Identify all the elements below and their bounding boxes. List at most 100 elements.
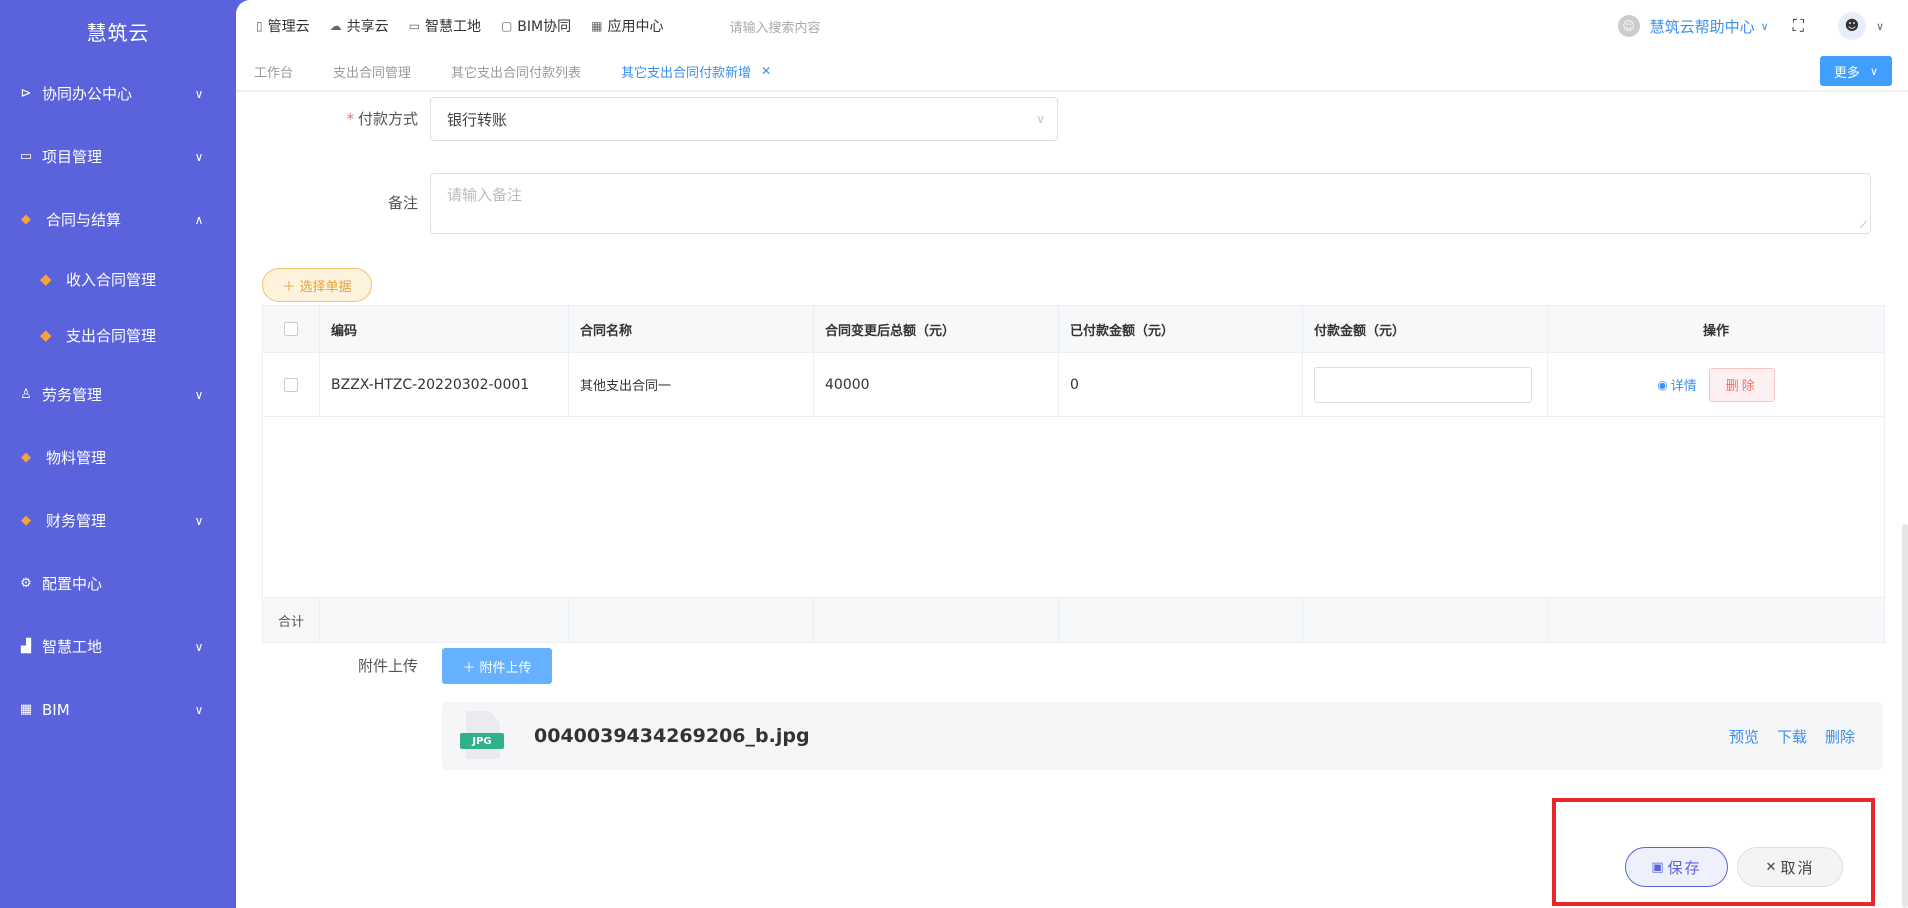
select-document-button[interactable]: ＋ 选择单据 xyxy=(262,268,372,302)
search-input[interactable]: 请输入搜索内容 xyxy=(729,17,820,36)
row-checkbox-cell xyxy=(263,353,320,416)
top-link-3[interactable]: ▢ BIM协同 xyxy=(501,16,571,36)
save-button[interactable]: ▣ 保存 xyxy=(1625,847,1728,887)
fullscreen-icon[interactable]: ⛶ xyxy=(1793,16,1804,36)
jpg-file-icon: JPG xyxy=(460,711,504,761)
tab-workbench[interactable]: 工作台 xyxy=(254,62,293,81)
table-header: 编码 合同名称 合同变更后总额（元） 已付款金额（元） 付款金额（元） 操作 xyxy=(263,306,1884,353)
preview-link[interactable]: 预览 xyxy=(1729,726,1759,747)
grid-icon: ▦ xyxy=(591,19,603,33)
header-checkbox-cell xyxy=(263,306,320,352)
resize-handle-icon[interactable]: ⟋ xyxy=(1860,220,1867,231)
header-actions: 操作 xyxy=(1702,323,1729,339)
gear-icon: ⚙ xyxy=(20,576,32,591)
top-link-label: 应用中心 xyxy=(607,19,664,35)
top-links: ▯ 管理云 ☁ 共享云 ▭ 智慧工地 ▢ BIM协同 ▦ 应用中心 xyxy=(256,16,683,36)
sidebar-item-3[interactable]: ◆ 收入合同管理 xyxy=(0,251,236,307)
send-icon: ⊳ xyxy=(20,86,32,101)
close-icon: ✕ xyxy=(1765,859,1777,875)
top-link-4[interactable]: ▦ 应用中心 xyxy=(591,16,663,36)
sidebar-item-label: 收入合同管理 xyxy=(66,270,157,289)
top-link-1[interactable]: ☁ 共享云 xyxy=(330,16,389,36)
grid-icon: ▦ xyxy=(19,702,33,717)
sidebar-item-1[interactable]: ▭ 项目管理 ∨ xyxy=(0,125,236,188)
close-icon[interactable]: ✕ xyxy=(761,64,771,78)
book-icon: ▭ xyxy=(408,19,420,33)
user-avatar[interactable]: ☻ xyxy=(1837,12,1866,40)
remark-label: 备注 xyxy=(387,194,418,212)
sidebar-item-4[interactable]: ◆ 支出合同管理 xyxy=(0,307,236,363)
top-link-0[interactable]: ▯ 管理云 xyxy=(256,16,310,36)
chevron-down-icon: ∨ xyxy=(194,513,204,528)
upload-attachment-button[interactable]: ＋ 附件上传 xyxy=(442,648,552,684)
sidebar-item-label: 配置中心 xyxy=(42,575,103,593)
top-link-2[interactable]: ▭ 智慧工地 xyxy=(409,16,481,36)
sidebar-item-label: 劳务管理 xyxy=(42,386,103,404)
sidebar-item-label: 协同办公中心 xyxy=(42,85,133,103)
pick-label: 选择单据 xyxy=(299,279,352,295)
topbar-right: ☺ 慧筑云帮助中心 ∨ ⛶ ☻ ∨ xyxy=(1617,12,1884,40)
chevron-down-icon: ∨ xyxy=(1036,112,1045,126)
brand-logo: 慧筑云 xyxy=(86,20,150,45)
top-link-label: BIM协同 xyxy=(517,19,572,35)
table-footer: 合计 xyxy=(263,598,1884,642)
phone-icon: ▯ xyxy=(256,19,263,33)
gem-icon: ◆ xyxy=(21,212,31,227)
cell-paid: 0 xyxy=(1059,353,1303,416)
tab-payment-list[interactable]: 其它支出合同付款列表 xyxy=(451,62,581,81)
book-icon: ▭ xyxy=(19,149,33,164)
sidebar-menu: ⊳ 协同办公中心 ∨ ▭ 项目管理 ∨ ◆ 合同与结算 ∧ ◆ 收入合同管理 ◆ 支出合同管理 ♙ 劳务管理… xyxy=(0,62,236,741)
payment-amount-input[interactable] xyxy=(1314,366,1532,403)
bar-chart-icon: ▟ xyxy=(21,639,31,654)
delete-row-button[interactable]: 删除 xyxy=(1708,367,1775,402)
payment-method-row: * 付款方式 银行转账 ∨ xyxy=(236,97,1058,141)
sidebar-item-8[interactable]: ⚙ 配置中心 xyxy=(0,552,236,615)
footer-cell xyxy=(569,598,814,642)
top-link-label: 共享云 xyxy=(346,19,389,35)
chevron-down-icon: ∨ xyxy=(194,702,204,717)
cancel-button[interactable]: ✕ 取消 xyxy=(1737,847,1843,887)
cell-actions: ◉ 详情 删除 xyxy=(1548,353,1884,416)
tab-payment-new[interactable]: 其它支出合同付款新增 ✕ xyxy=(621,62,771,81)
sidebar-item-6[interactable]: ◆ 物料管理 xyxy=(0,426,236,489)
cell-amount xyxy=(1303,353,1548,416)
row-checkbox[interactable] xyxy=(284,377,298,392)
tab-bar: 工作台 支出合同管理 其它支出合同付款列表 其它支出合同付款新增 ✕ 更多 ∨ xyxy=(236,52,1908,92)
top-link-label: 智慧工地 xyxy=(424,19,481,35)
label-text: 付款方式 xyxy=(357,110,418,128)
sidebar-item-5[interactable]: ♙ 劳务管理 ∨ xyxy=(0,363,236,426)
remark-textarea[interactable]: 请输入备注 ⟋ xyxy=(430,173,1871,234)
download-link[interactable]: 下载 xyxy=(1777,726,1807,747)
cell-name: 其他支出合同一 xyxy=(569,353,814,416)
sidebar-item-0[interactable]: ⊳ 协同办公中心 ∨ xyxy=(0,62,236,125)
header-code: 编码 xyxy=(320,306,569,352)
detail-link[interactable]: ◉ 详情 xyxy=(1657,375,1697,395)
delete-file-link[interactable]: 删除 xyxy=(1825,726,1855,747)
cancel-label: 取消 xyxy=(1780,858,1815,877)
payment-method-select[interactable]: 银行转账 ∨ xyxy=(430,97,1058,141)
file-type-badge: JPG xyxy=(460,733,504,749)
chevron-down-icon[interactable]: ∨ xyxy=(1876,20,1884,33)
folder-icon: ▢ xyxy=(500,19,513,33)
sidebar-item-7[interactable]: ◆ 财务管理 ∨ xyxy=(0,489,236,552)
sidebar-item-label: 智慧工地 xyxy=(42,638,103,656)
help-avatar-icon: ☺ xyxy=(1617,15,1640,37)
footer-cell xyxy=(1059,598,1303,642)
sidebar-item-9[interactable]: ▟ 智慧工地 ∨ xyxy=(0,615,236,678)
footer-cell xyxy=(814,598,1059,642)
payment-method-label: * 付款方式 xyxy=(236,97,430,141)
select-all-checkbox[interactable] xyxy=(284,322,298,336)
sidebar-item-2[interactable]: ◆ 合同与结算 ∧ xyxy=(0,188,236,251)
top-link-label: 管理云 xyxy=(267,19,310,35)
sidebar-item-label: 财务管理 xyxy=(46,512,107,530)
sidebar-item-10[interactable]: ▦ BIM ∨ xyxy=(0,678,236,741)
sidebar: 慧筑云 ⊳ 协同办公中心 ∨ ▭ 项目管理 ∨ ◆ 合同与结算 ∧ ◆ 收入合同管理 ◆ 支出合同管理 ♙… xyxy=(0,0,236,908)
detail-label: 详情 xyxy=(1670,379,1697,394)
more-button[interactable]: 更多 ∨ xyxy=(1819,56,1892,86)
vertical-scrollbar[interactable] xyxy=(1902,524,1908,908)
help-center-link[interactable]: 慧筑云帮助中心 ∨ xyxy=(1650,16,1769,37)
chevron-down-icon: ∨ xyxy=(1869,64,1878,78)
remark-row: 备注 请输入备注 ⟋ xyxy=(236,173,1871,234)
tab-expense-contract[interactable]: 支出合同管理 xyxy=(333,62,411,81)
cloud-icon: ☁ xyxy=(329,19,342,33)
